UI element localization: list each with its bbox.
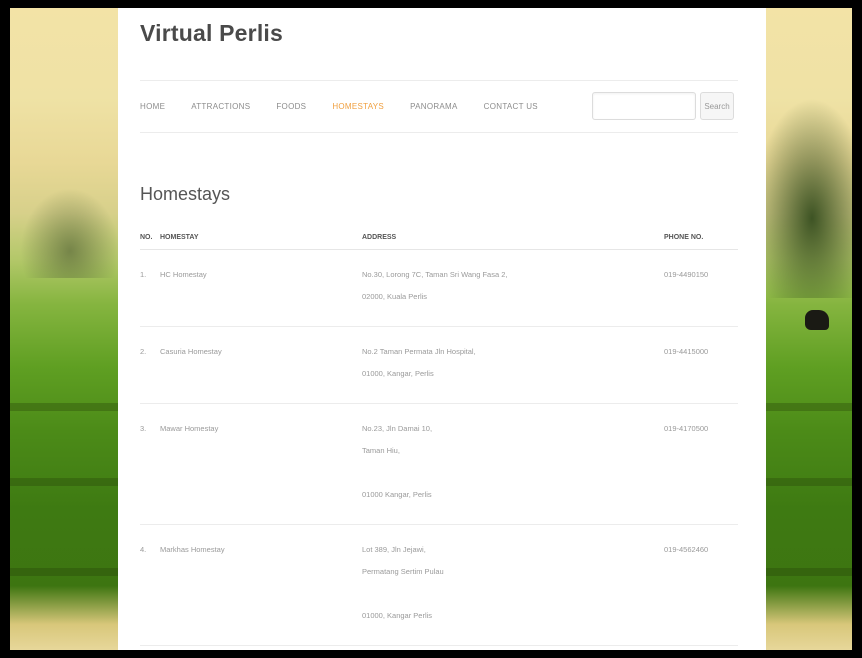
background-trees-right bbox=[752, 98, 852, 298]
address-line: 01000 Kangar, Perlis bbox=[362, 490, 432, 499]
buffalo-silhouette bbox=[805, 310, 829, 330]
header-phone: PHONE NO. bbox=[664, 230, 738, 250]
row-phone: 019-4415000 bbox=[664, 326, 738, 404]
address-line: 02000, Kuala Perlis bbox=[362, 292, 428, 301]
page-heading: Homestays bbox=[140, 184, 231, 204]
nav-foods[interactable]: FOODS bbox=[276, 102, 306, 111]
row-homestay: HC Homestay bbox=[160, 249, 362, 327]
search-button[interactable]: Search bbox=[700, 92, 734, 120]
address-line: 01000, Kangar Perlis bbox=[362, 611, 433, 620]
search-input[interactable] bbox=[592, 92, 696, 120]
table-row: 4. Markhas Homestay Lot 389, Jln Jejawi,… bbox=[140, 524, 738, 646]
row-no: 1. bbox=[140, 249, 160, 327]
main-nav: HOME ATTRACTIONS FOODS HOMESTAYS PANORAM… bbox=[140, 96, 538, 116]
row-address: No.30, Lorong 7C, Taman Sri Wang Fasa 2,… bbox=[362, 249, 664, 327]
address-line: No.23, Jln Damai 10, bbox=[362, 424, 433, 433]
address-line: 01000, Kangar, Perlis bbox=[362, 369, 434, 378]
row-homestay: Mawar Homestay bbox=[160, 403, 362, 525]
nav-contact-us[interactable]: CONTACT US bbox=[484, 102, 538, 111]
nav-divider-bottom bbox=[140, 132, 738, 133]
nav-divider-top bbox=[140, 80, 738, 81]
address-spacer bbox=[362, 583, 662, 605]
row-address: No.23, Jln Damai 10, Taman Hiu, 01000 Ka… bbox=[362, 403, 664, 525]
background-frame: Virtual Perlis HOME ATTRACTIONS FOODS HO… bbox=[10, 8, 852, 650]
row-phone: 019-4170500 bbox=[664, 403, 738, 525]
nav-panorama[interactable]: PANORAMA bbox=[410, 102, 458, 111]
header-address: ADDRESS bbox=[362, 230, 664, 250]
row-no: 3. bbox=[140, 403, 160, 525]
row-no: 2. bbox=[140, 326, 160, 404]
site-title[interactable]: Virtual Perlis bbox=[140, 20, 283, 47]
address-line: No.30, Lorong 7C, Taman Sri Wang Fasa 2, bbox=[362, 270, 508, 279]
address-line: Taman Hiu, bbox=[362, 446, 400, 455]
row-address: Lot 389, Jln Jejawi, Permatang Sertim Pu… bbox=[362, 524, 664, 646]
row-phone: 019-4562460 bbox=[664, 524, 738, 646]
table-row: 2. Casuria Homestay No.2 Taman Permata J… bbox=[140, 326, 738, 404]
row-address: No.2 Taman Permata Jln Hospital, 01000, … bbox=[362, 326, 664, 404]
table-row: 3. Mawar Homestay No.23, Jln Damai 10, T… bbox=[140, 403, 738, 525]
homestays-table: NO. HOMESTAY ADDRESS PHONE NO. 1. HC Hom… bbox=[140, 230, 738, 646]
table-header-row: NO. HOMESTAY ADDRESS PHONE NO. bbox=[140, 230, 738, 250]
row-no: 4. bbox=[140, 524, 160, 646]
header-no: NO. bbox=[140, 230, 160, 250]
address-line: Permatang Sertim Pulau bbox=[362, 567, 444, 576]
row-phone: 019-4490150 bbox=[664, 249, 738, 327]
table-row: 1. HC Homestay No.30, Lorong 7C, Taman S… bbox=[140, 249, 738, 327]
nav-homestays[interactable]: HOMESTAYS bbox=[332, 102, 384, 111]
address-spacer bbox=[362, 462, 662, 484]
background-trees-left bbox=[20, 188, 120, 278]
nav-attractions[interactable]: ATTRACTIONS bbox=[191, 102, 250, 111]
header-homestay: HOMESTAY bbox=[160, 230, 362, 250]
row-homestay: Markhas Homestay bbox=[160, 524, 362, 646]
row-homestay: Casuria Homestay bbox=[160, 326, 362, 404]
address-line: No.2 Taman Permata Jln Hospital, bbox=[362, 347, 476, 356]
nav-home[interactable]: HOME bbox=[140, 102, 165, 111]
content-panel: Virtual Perlis HOME ATTRACTIONS FOODS HO… bbox=[118, 8, 766, 650]
address-line: Lot 389, Jln Jejawi, bbox=[362, 545, 426, 554]
